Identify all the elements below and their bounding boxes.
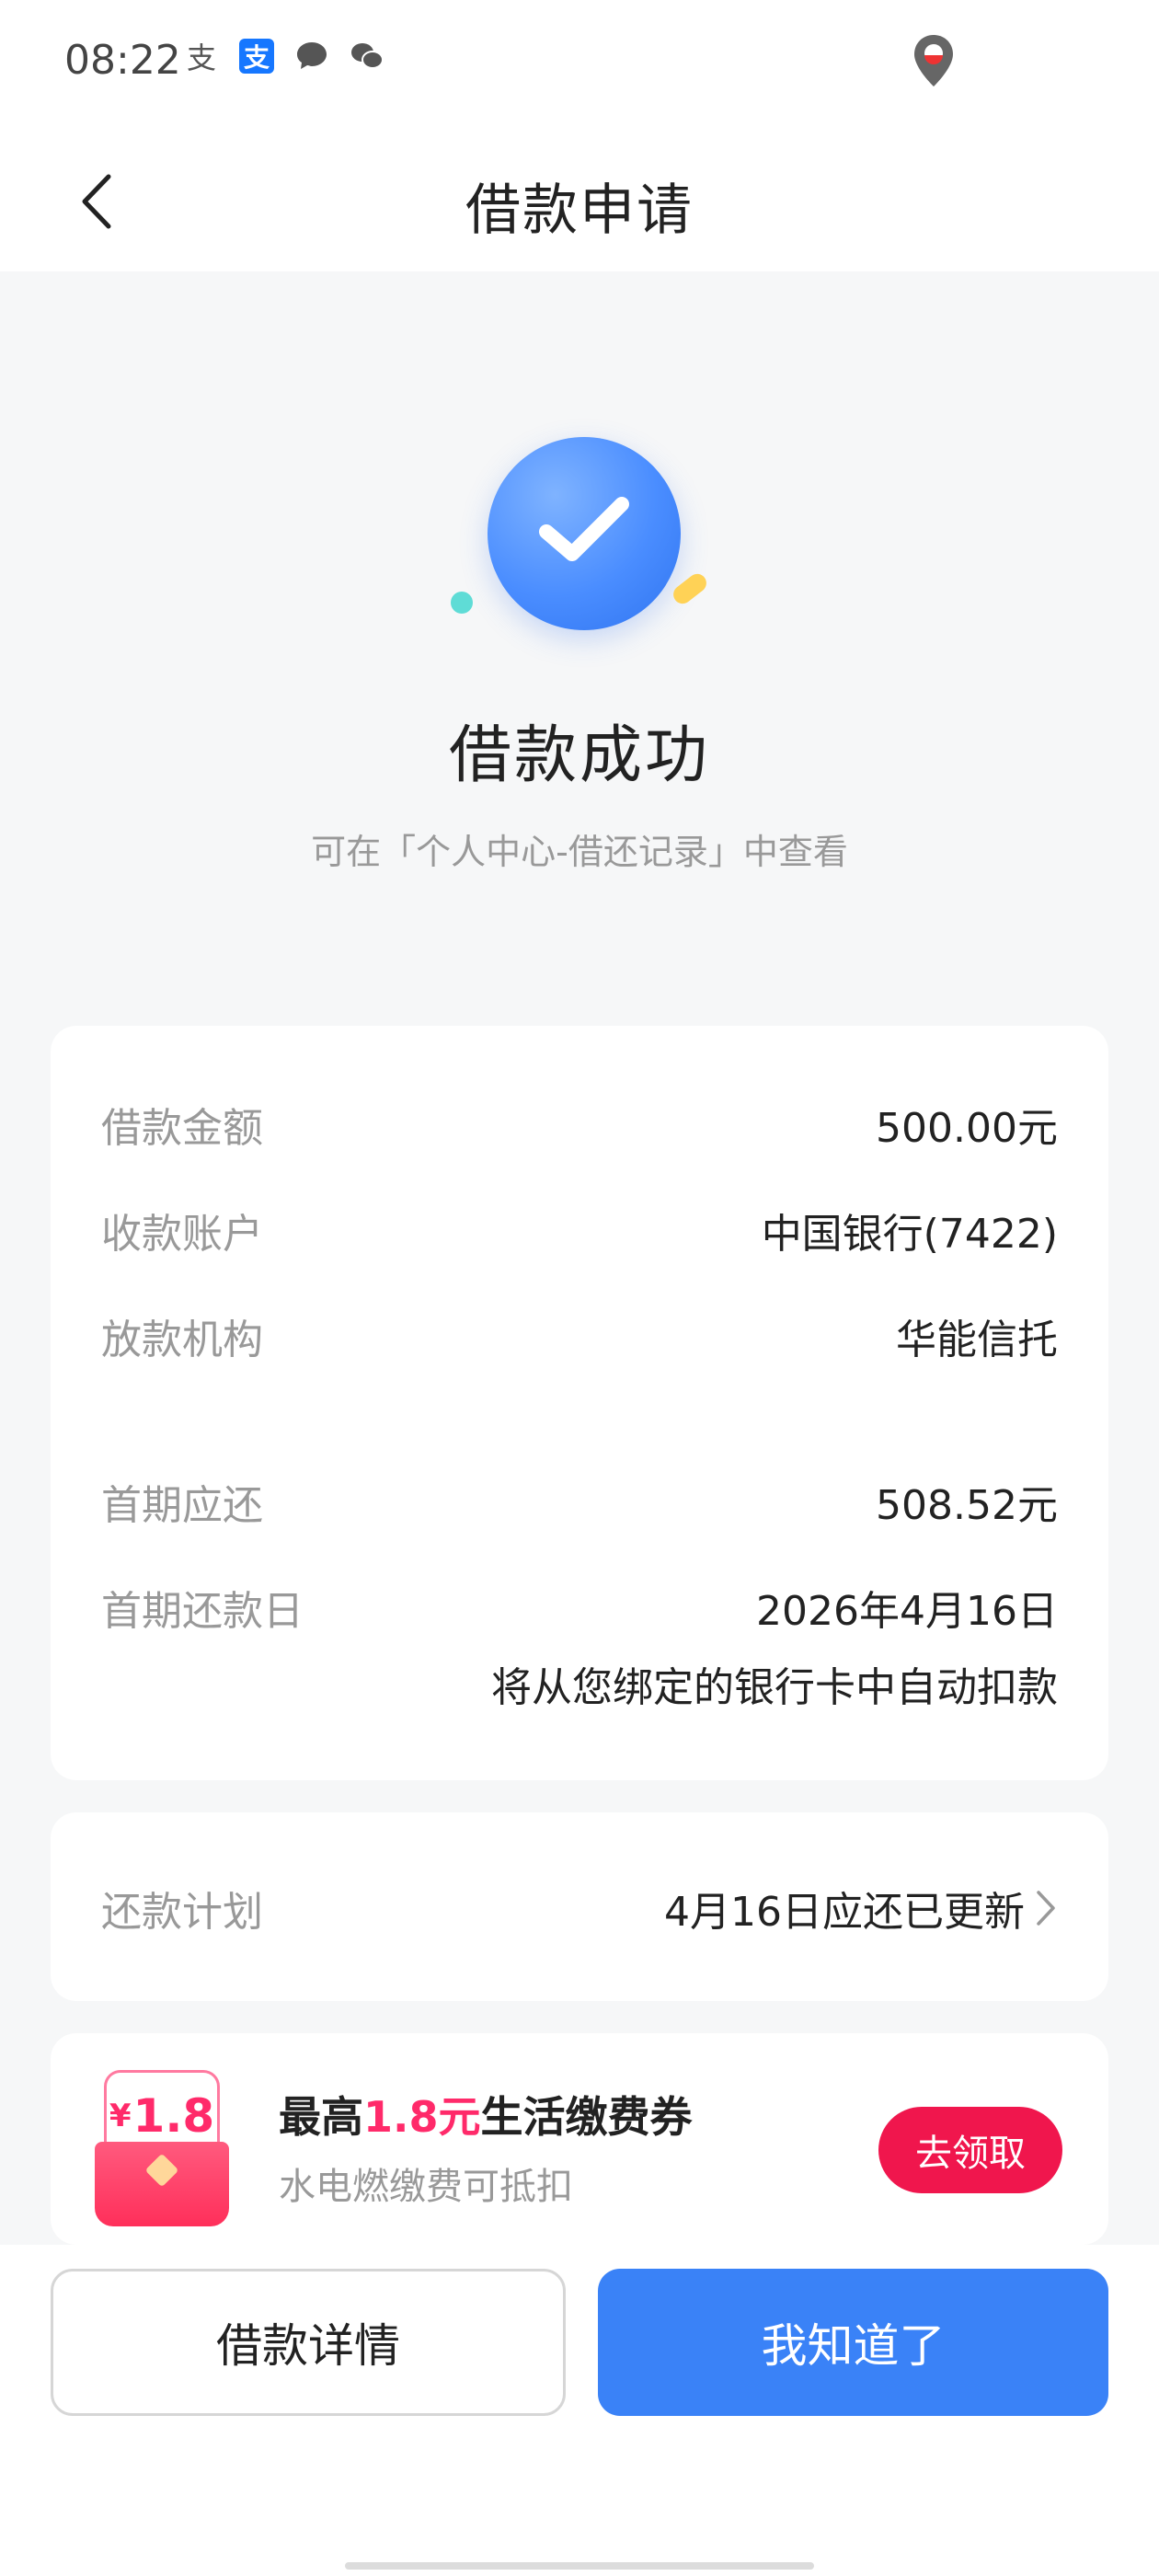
info-row-amount: 借款金额 500.00元 [101, 1095, 1058, 1154]
bottom-action-bar: 借款详情 我知道了 [0, 2245, 1159, 2576]
info-value: 华能信托 [896, 1317, 1058, 1363]
success-title: 借款成功 [448, 719, 710, 792]
info-row-account: 收款账户 中国银行(7422) [101, 1201, 1058, 1259]
success-subtitle: 可在「个人中心-借还记录」中查看 [311, 832, 848, 872]
red-envelope-icon: ¥ 1.8 [95, 2070, 229, 2226]
check-circle-icon [488, 437, 681, 630]
status-bar: 08:22 支 支 [0, 0, 1159, 129]
decor-dot-yellow [670, 569, 710, 608]
info-row-first-payment: 首期应还 508.52元 [101, 1472, 1058, 1531]
status-icons: 支 支 [184, 39, 384, 75]
promo-title-prefix: 最高 [279, 2092, 363, 2142]
loan-info-card: 借款金额 500.00元 收款账户 中国银行(7422) 放款机构 华能信托 首… [51, 1026, 1108, 1780]
auto-debit-note: 将从您绑定的银行卡中自动扣款 [491, 1664, 1058, 1711]
info-label: 首期应还 [101, 1482, 263, 1529]
loan-detail-button[interactable]: 借款详情 [51, 2269, 566, 2416]
claim-coupon-button[interactable]: 去领取 [878, 2107, 1062, 2193]
alipay-icon: 支 [186, 40, 216, 75]
coupon-amount: 1.8 [132, 2089, 215, 2143]
decor-dot-cyan [451, 592, 473, 614]
plan-label: 还款计划 [101, 1889, 263, 1936]
repayment-plan-row[interactable]: 还款计划 4月16日应还已更新 [101, 1879, 1058, 1938]
success-hero: 借款成功 可在「个人中心-借还记录」中查看 [0, 271, 1159, 989]
plan-value: 4月16日应还已更新 [664, 1889, 1025, 1936]
info-label: 收款账户 [101, 1211, 263, 1258]
location-pin-icon [911, 33, 957, 92]
info-value: 中国银行(7422) [761, 1211, 1058, 1258]
coupon-currency: ¥ [109, 2098, 132, 2134]
promo-title-highlight: 1.8元 [363, 2092, 481, 2142]
info-label: 借款金额 [101, 1105, 263, 1152]
promo-title: 最高1.8元生活缴费券 [279, 2084, 693, 2145]
page-title: 借款申请 [465, 178, 694, 243]
alipay-box-icon: 支 [239, 39, 274, 74]
wechat-icon [350, 39, 384, 74]
message-icon [294, 39, 329, 74]
envelope-body [95, 2142, 229, 2226]
home-indicator[interactable] [345, 2562, 814, 2570]
success-illustration [451, 437, 717, 667]
info-value: 508.52元 [876, 1482, 1058, 1529]
info-label: 首期还款日 [101, 1588, 304, 1635]
promo-title-suffix: 生活缴费券 [480, 2092, 693, 2142]
coupon-promo-card: ¥ 1.8 最高1.8元生活缴费券 水电燃缴费可抵扣 去领取 [51, 2033, 1108, 2245]
envelope-seal-icon [144, 2153, 179, 2188]
repayment-plan-card[interactable]: 还款计划 4月16日应还已更新 [51, 1812, 1108, 2001]
info-label: 放款机构 [101, 1317, 263, 1363]
info-row-institution: 放款机构 华能信托 [101, 1306, 1058, 1365]
info-value: 2026年4月16日 [756, 1588, 1058, 1635]
status-time: 08:22 [64, 37, 181, 84]
nav-bar: 借款申请 [0, 129, 1159, 271]
info-value: 500.00元 [876, 1105, 1058, 1152]
info-row-first-due-date: 首期还款日 2026年4月16日 [101, 1578, 1058, 1637]
promo-subtitle: 水电燃缴费可抵扣 [279, 2166, 573, 2208]
chevron-right-icon [1037, 1891, 1055, 1926]
got-it-button[interactable]: 我知道了 [598, 2269, 1108, 2416]
